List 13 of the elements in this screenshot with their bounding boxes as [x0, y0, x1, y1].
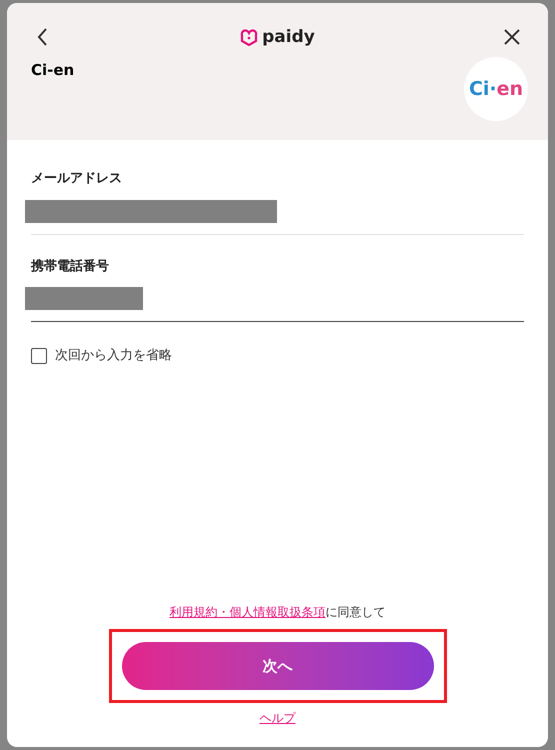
field-label: メールアドレス	[31, 170, 123, 188]
merchant-logo: Ci·en	[464, 57, 528, 121]
checkbox[interactable]	[31, 348, 47, 364]
checkbox-label: 次回から入力を省略	[55, 347, 172, 365]
merchant-name: Ci-en	[31, 60, 74, 81]
consent-text: に同意して	[326, 604, 386, 621]
terms-link[interactable]: 利用規約・個人情報取扱条項	[170, 603, 326, 621]
brand-logo: paidy	[262, 28, 315, 46]
next-button[interactable]: 次へ	[122, 642, 434, 690]
close-icon	[503, 28, 521, 46]
field-label: 携帯電話番号	[31, 258, 110, 276]
heart-logo-icon	[240, 28, 258, 46]
help-link[interactable]: ヘルプ	[260, 709, 296, 727]
